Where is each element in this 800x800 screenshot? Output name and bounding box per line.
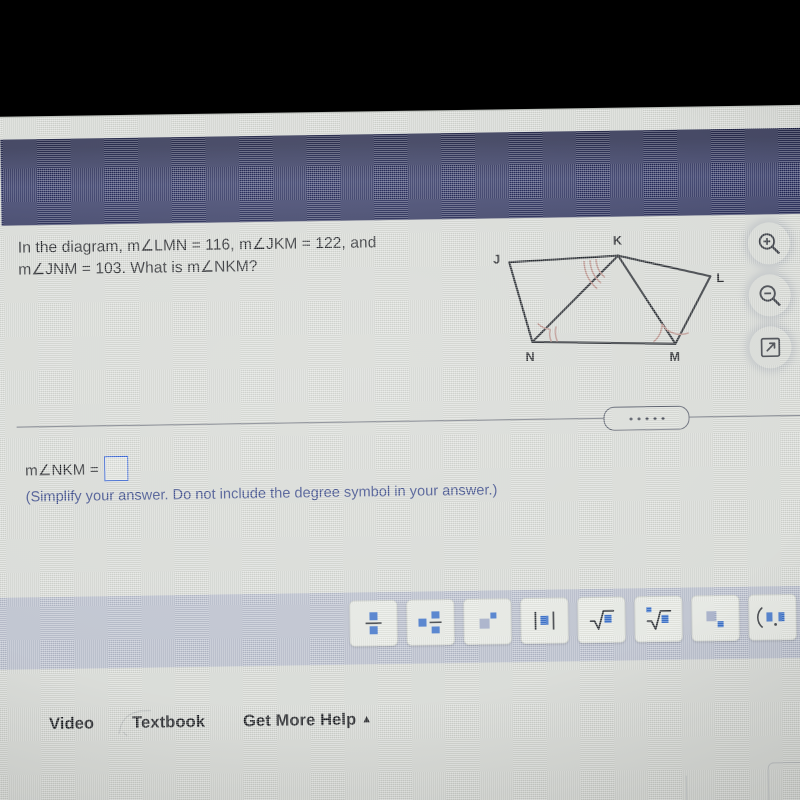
textbook-link[interactable]: Textbook [132,713,205,733]
get-more-help-button[interactable]: Get More Help ▲ [243,710,372,731]
pentagon-diagram-svg [508,254,712,345]
answer-label: m∠NKM = [25,460,99,479]
resize-drag-handle[interactable] [603,405,690,431]
subscript-key[interactable] [691,594,740,642]
stray-mark [685,775,688,800]
ordered-pair-key[interactable] [748,594,797,641]
vertex-label-L: L [716,271,725,286]
vertex-label-N: N [525,349,535,365]
external-link-icon [758,335,782,359]
diagonal-KM [617,254,677,345]
problem-statement: In the diagram, m∠LMN = 116, m∠JKM = 122… [18,231,439,282]
nth-root-icon [646,607,672,630]
header-glare [0,127,800,226]
app-header-bar [0,127,800,226]
handle-dot [661,416,665,420]
handle-dot [645,416,649,420]
answer-input[interactable] [103,455,129,482]
ordered-pair-icon [757,606,785,629]
nth-root-key[interactable] [634,595,683,643]
geometry-figure[interactable]: J K L M N [482,231,734,385]
vertex-label-J: J [493,252,501,267]
photographed-screen-frame: In the diagram, m∠LMN = 116, m∠JKM = 122… [0,0,800,800]
square-root-key[interactable] [577,596,626,644]
exponent-key[interactable] [463,598,512,645]
open-in-new-window-button[interactable] [749,326,792,369]
diagonal-KN [531,254,620,343]
answer-hint: (Simplify your answer. Do not include th… [25,482,498,506]
math-keypad-keys [349,594,797,647]
handle-dot [629,416,633,420]
pentagon-outline [508,254,712,345]
screen-surface: In the diagram, m∠LMN = 116, m∠JKM = 122… [0,105,800,800]
magnifier-minus-icon [757,282,783,308]
problem-line-2: m∠JNM = 103. What is m∠NKM? [18,258,258,280]
answer-block: m∠NKM = (Simplify your answer. Do not in… [25,448,646,505]
vertex-label-K: K [612,233,623,248]
caret-up-icon: ▲ [361,713,373,726]
absolute-value-icon [534,611,555,630]
math-keypad-toolbar [0,585,800,670]
section-divider [16,404,800,438]
handle-dot [637,416,641,420]
subscript-icon [706,611,724,628]
zoom-in-button[interactable] [747,222,791,265]
mixed-number-key[interactable] [406,599,455,646]
zoom-out-button[interactable] [748,274,792,317]
mixed-number-icon [418,611,442,634]
answer-row: m∠NKM = [25,448,645,482]
get-more-help-label: Get More Help [242,710,357,731]
fraction-icon [365,612,382,635]
exponent-icon [479,612,497,629]
figure-tool-column [747,222,800,379]
partial-offscreen-button [767,761,800,800]
square-root-icon [589,609,615,630]
vertex-label-M: M [669,349,681,364]
fraction-key[interactable] [349,599,398,647]
magnifier-plus-icon [756,230,782,256]
handle-dot [653,416,657,420]
problem-content-area: In the diagram, m∠LMN = 116, m∠JKM = 122… [0,214,800,800]
help-links-row: Video Textbook Get More Help ▲ [49,710,372,734]
video-link[interactable]: Video [49,714,94,734]
absolute-value-key[interactable] [520,597,569,645]
